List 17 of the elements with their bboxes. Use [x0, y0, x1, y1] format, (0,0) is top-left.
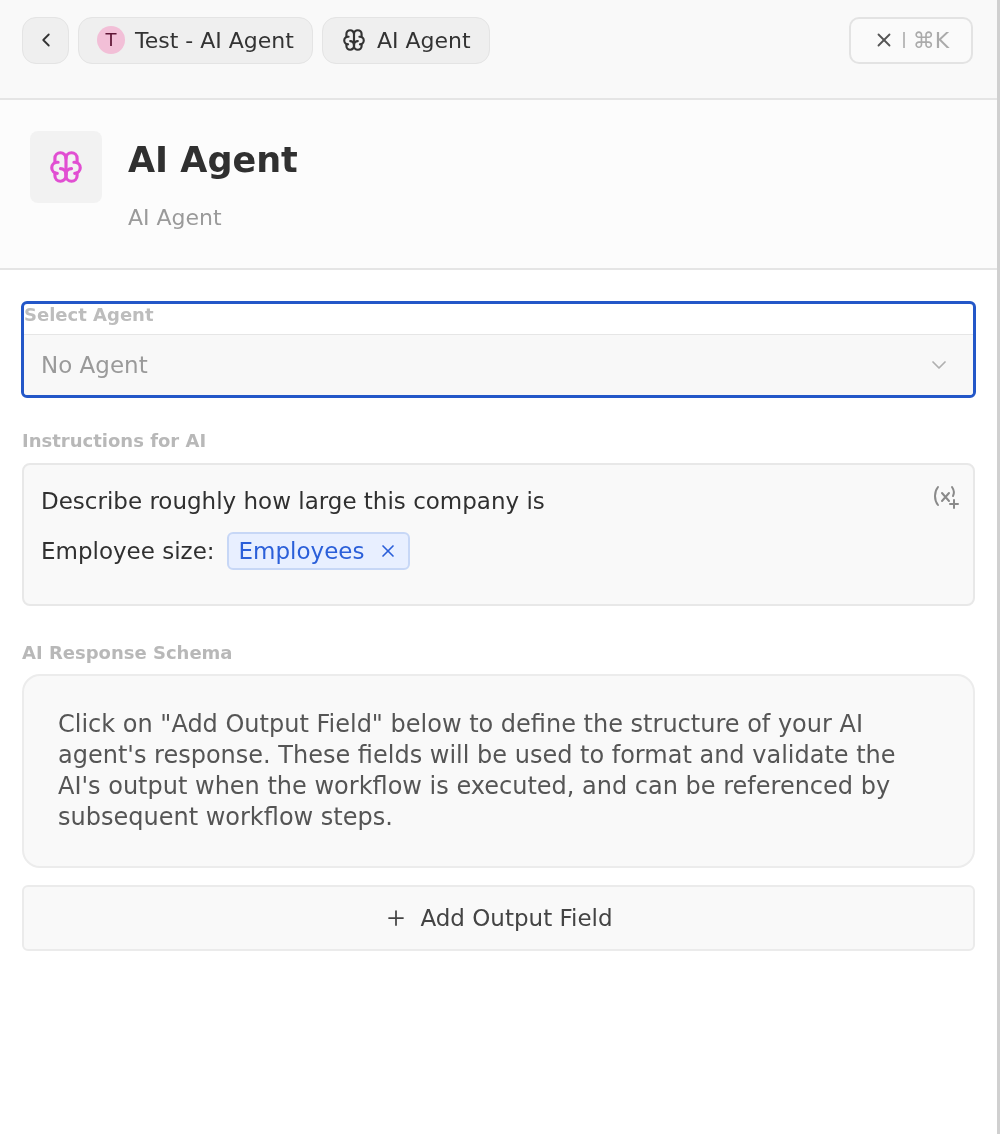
brain-icon [340, 27, 367, 53]
field-label: Instructions for AI [22, 430, 207, 452]
avatar: T [97, 26, 125, 54]
instructions-field[interactable]: Describe roughly how large this company is Employee size: Employees [22, 463, 975, 606]
node-title: AI Agent [128, 139, 298, 182]
field-label: AI Response Schema [22, 642, 233, 664]
schema-message: Click on "Add Output Field" below to define the structure of your AI agent's response. These fields will be used to format and validate the AI's output when the workflow is executed, and can be referenced by subsequent workflow steps. [22, 674, 975, 868]
insert-variable-icon[interactable] [933, 485, 959, 509]
variable-chip[interactable]: Employees [226, 532, 411, 570]
instruction-text: Describe roughly how large this company is [41, 486, 545, 516]
breadcrumb-button[interactable]: T Test - AI Agent [78, 16, 313, 64]
field-label: Select Agent [24, 304, 154, 326]
breadcrumb-button[interactable]: AI Agent [321, 16, 490, 64]
instruction-text: Employee size: [41, 536, 215, 566]
brain-icon [30, 131, 102, 203]
node-subtitle: AI Agent [128, 204, 223, 232]
add-output-field-button[interactable]: Add Output Field [22, 885, 975, 951]
